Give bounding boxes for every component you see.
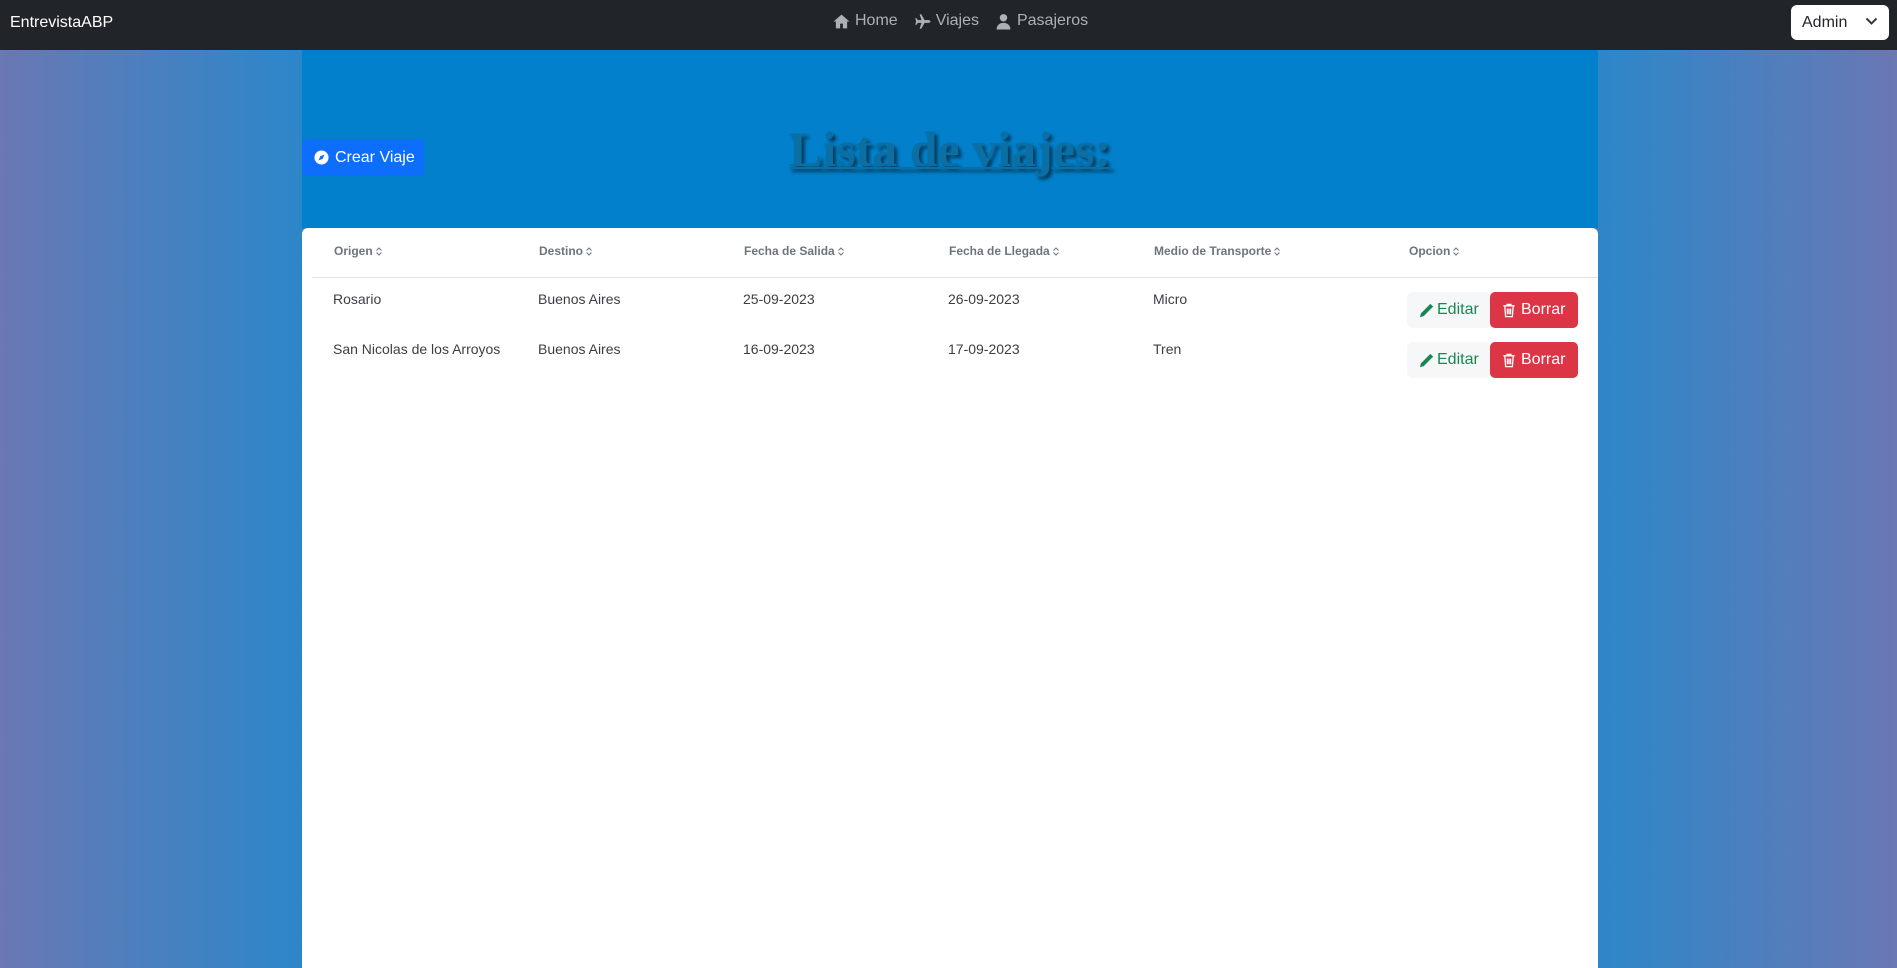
brand-link[interactable]: EntrevistaABP xyxy=(10,14,113,32)
cell-fecha-salida: 16-09-2023 xyxy=(743,341,815,357)
column-header-label: Medio de Transporte xyxy=(1154,244,1272,258)
plane-icon xyxy=(914,13,931,29)
sort-icon xyxy=(1052,246,1059,256)
sort-icon xyxy=(375,246,382,256)
table-header: Origen Destino Fecha de Salida Fecha de … xyxy=(312,228,1598,278)
top-navbar: EntrevistaABP Home Viajes Pasajeros Admi… xyxy=(0,0,1897,50)
cell-fecha-llegada: 26-09-2023 xyxy=(948,291,1020,307)
cell-destino: Buenos Aires xyxy=(538,341,621,357)
nav-pasajeros[interactable]: Pasajeros xyxy=(995,12,1088,30)
column-header-destino[interactable]: Destino xyxy=(539,244,592,258)
cell-origen: San Nicolas de los Arroyos xyxy=(333,341,501,357)
delete-button[interactable]: Borrar xyxy=(1490,292,1578,328)
trips-table-card: Origen Destino Fecha de Salida Fecha de … xyxy=(302,228,1598,968)
sort-icon xyxy=(586,246,592,256)
column-header-origen[interactable]: Origen xyxy=(334,244,382,258)
hero-section: Lista de viajes: xyxy=(302,50,1598,228)
column-header-label: Fecha de Salida xyxy=(744,244,835,258)
home-icon xyxy=(833,14,850,28)
user-role-select[interactable]: Admin xyxy=(1791,5,1889,40)
nav-viajes-label: Viajes xyxy=(935,12,979,29)
main-nav: Home Viajes Pasajeros xyxy=(833,12,1088,30)
column-header-label: Opcion xyxy=(1409,244,1451,258)
column-header-opcion[interactable]: Opcion xyxy=(1409,244,1460,258)
delete-label: Borrar xyxy=(1521,301,1566,318)
cell-origen: Rosario xyxy=(333,291,382,307)
pencil-icon xyxy=(1419,353,1434,367)
sort-icon xyxy=(1274,246,1281,256)
column-header-label: Origen xyxy=(334,244,373,258)
nav-home-label: Home xyxy=(855,12,898,29)
sort-icon xyxy=(1453,246,1460,256)
chevron-down-icon xyxy=(1865,17,1878,25)
edit-label: Editar xyxy=(1437,351,1479,368)
pencil-icon xyxy=(1419,303,1434,317)
trash-icon xyxy=(1503,353,1515,367)
create-trip-label: Crear Viaje xyxy=(335,148,415,166)
column-header-fecha-llegada[interactable]: Fecha de Llegada xyxy=(949,244,1059,258)
create-trip-button[interactable]: Crear Viaje xyxy=(302,139,424,176)
delete-label: Borrar xyxy=(1521,351,1566,368)
compass-icon xyxy=(314,150,329,165)
cell-medio-transporte: Micro xyxy=(1153,291,1188,307)
nav-pasajeros-label: Pasajeros xyxy=(1016,12,1089,29)
delete-button[interactable]: Borrar xyxy=(1490,342,1578,378)
column-header-label: Destino xyxy=(539,244,584,258)
edit-label: Editar xyxy=(1437,301,1479,318)
nav-home[interactable]: Home xyxy=(833,12,898,30)
column-header-label: Fecha de Llegada xyxy=(949,244,1050,258)
cell-destino: Buenos Aires xyxy=(538,291,621,307)
trash-icon xyxy=(1503,303,1515,317)
column-header-medio-transporte[interactable]: Medio de Transporte xyxy=(1154,244,1281,258)
page-title: Lista de viajes: xyxy=(788,121,1112,177)
cell-fecha-salida: 25-09-2023 xyxy=(743,291,815,307)
table-row: Rosario Buenos Aires 25-09-2023 26-09-20… xyxy=(302,278,1598,328)
user-icon xyxy=(996,13,1011,29)
edit-button[interactable]: Editar xyxy=(1407,292,1490,328)
cell-fecha-llegada: 17-09-2023 xyxy=(948,341,1020,357)
column-header-fecha-salida[interactable]: Fecha de Salida xyxy=(744,244,844,258)
edit-button[interactable]: Editar xyxy=(1407,342,1490,378)
cell-medio-transporte: Tren xyxy=(1153,341,1182,357)
user-role-value: Admin xyxy=(1802,13,1848,31)
nav-viajes[interactable]: Viajes xyxy=(914,12,979,30)
table-row: San Nicolas de los Arroyos Buenos Aires … xyxy=(302,328,1598,378)
sort-icon xyxy=(837,246,844,256)
